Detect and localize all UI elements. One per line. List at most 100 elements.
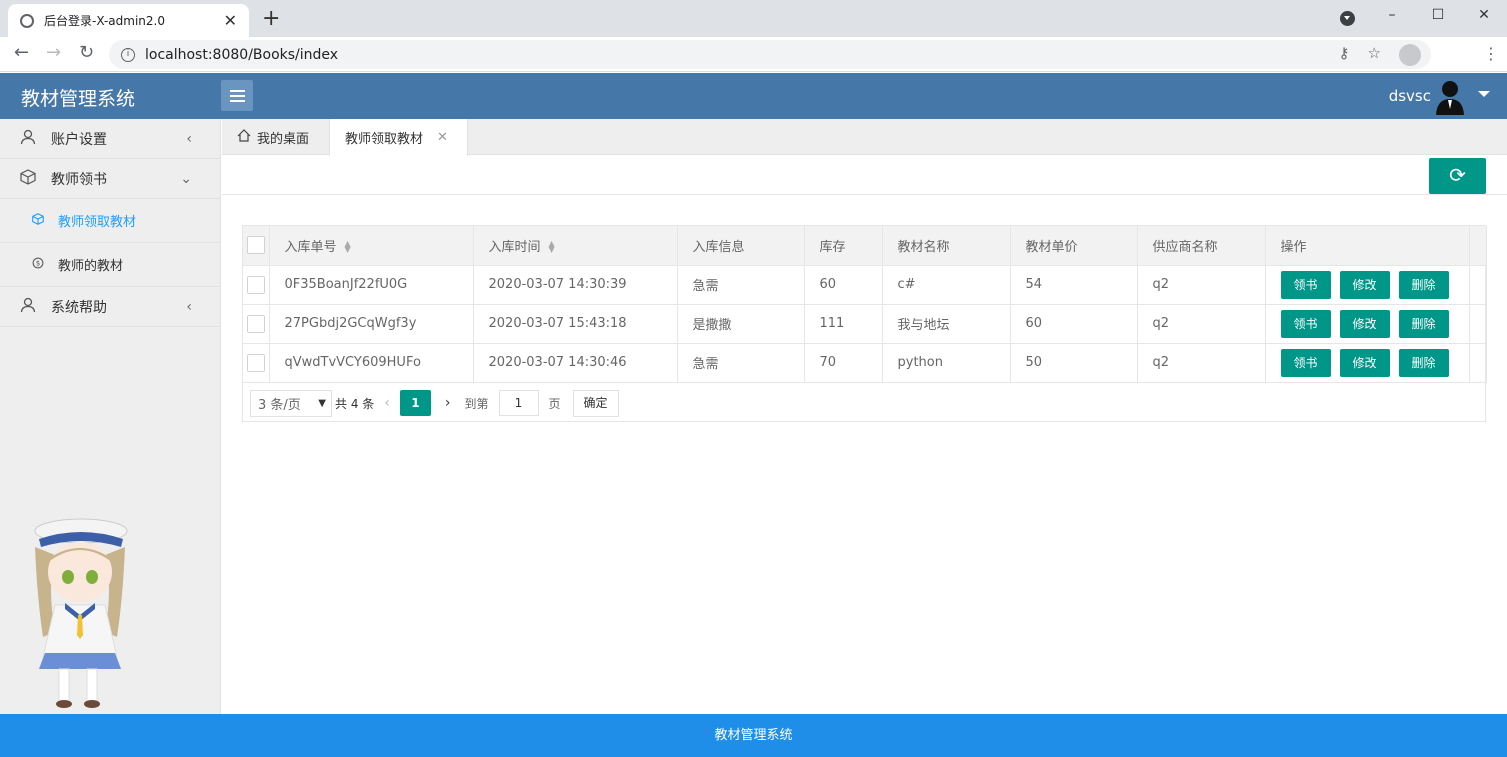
sort-icon[interactable]: ▲ ▼ <box>345 240 351 254</box>
cell-supplier: q2 <box>1137 265 1266 305</box>
new-tab-icon[interactable]: + <box>262 6 280 31</box>
row-checkbox[interactable] <box>247 275 265 294</box>
browser-menu-icon[interactable]: ⋮ <box>1483 44 1499 63</box>
table-row: 27PGbdj2GCqWgf3y 2020-03-07 15:43:18 是撒撒… <box>243 304 1487 344</box>
tab-label: 我的桌面 <box>257 131 310 147</box>
receive-button[interactable]: 领书 <box>1280 348 1331 377</box>
reload-icon[interactable]: ↻ <box>79 42 94 63</box>
confirm-button[interactable]: 确定 <box>572 389 619 417</box>
cell-supplier: q2 <box>1137 343 1266 383</box>
cell-id: 27PGbdj2GCqWgf3y <box>269 304 474 344</box>
info-icon[interactable]: i <box>121 47 135 62</box>
menu-toggle-icon[interactable] <box>221 80 253 111</box>
close-window-icon[interactable]: ✕ <box>1461 7 1507 23</box>
delete-button[interactable]: 删除 <box>1398 348 1449 377</box>
minimize-icon[interactable]: – <box>1369 7 1415 23</box>
edit-button[interactable]: 修改 <box>1339 309 1390 338</box>
sidebar-item-help[interactable]: 系统帮助 ‹ <box>0 287 220 327</box>
close-icon[interactable]: ✕ <box>437 130 448 145</box>
column-header: 操作 <box>1265 226 1470 266</box>
star-icon[interactable]: ☆ <box>1368 44 1381 66</box>
page-number-current[interactable]: 1 <box>399 390 431 416</box>
cell-info: 急需 <box>677 265 805 305</box>
cell-price: 60 <box>1010 304 1138 344</box>
cell-id: qVwdTvVCY609HUFo <box>269 343 474 383</box>
sidebar-subitem-receive[interactable]: 教师领取教材 <box>0 199 220 243</box>
maximize-icon[interactable]: ☐ <box>1415 7 1461 23</box>
chevron-left-icon: ‹ <box>186 130 192 147</box>
tab-receive-books[interactable]: 教师领取教材 ✕ <box>329 119 468 156</box>
home-icon <box>237 128 251 146</box>
app-header: 教材管理系统 dsvsc <box>0 73 1507 119</box>
page-unit-label: 页 <box>548 396 561 411</box>
app-logo: 教材管理系统 <box>21 88 136 110</box>
cell-stock: 111 <box>804 304 883 344</box>
divider <box>222 194 1507 195</box>
column-header: 入库信息 <box>677 226 805 266</box>
data-table: 入库单号 ▲ ▼ 入库时间 ▲ ▼ 入库信息 库存 教材名称 教材单价 供应商名称 操作… <box>242 225 1487 422</box>
edit-button[interactable]: 修改 <box>1339 348 1390 377</box>
chevron-left-icon: ‹ <box>186 298 192 315</box>
select-all-checkbox[interactable] <box>247 236 265 255</box>
table-row: qVwdTvVCY609HUFo 2020-03-07 14:30:46 急需 … <box>243 343 1487 383</box>
back-icon[interactable]: ← <box>14 42 29 63</box>
browser-tab[interactable]: 后台登录-X-admin2.0 ✕ <box>8 4 249 37</box>
sidebar-item-label: 账户设置 <box>51 131 107 148</box>
cube-icon <box>32 213 46 228</box>
row-checkbox[interactable] <box>247 314 265 333</box>
username[interactable]: dsvsc <box>1389 87 1431 105</box>
chevron-down-icon: ▼ <box>318 397 326 409</box>
column-header: 供应商名称 <box>1137 226 1266 266</box>
prev-page-icon[interactable]: ‹ <box>384 395 390 411</box>
sidebar-subitem-my-books[interactable]: $ 教师的教材 <box>0 243 220 287</box>
sidebar-item-label: 系统帮助 <box>51 299 107 316</box>
sidebar-item-account[interactable]: 账户设置 ‹ <box>0 119 220 159</box>
tab-label: 教师领取教材 <box>345 132 424 147</box>
sidebar-item-teacher-books[interactable]: 教师领书 ⌄ <box>0 159 220 199</box>
refresh-button[interactable]: ⟳ <box>1429 158 1486 194</box>
column-header[interactable]: 入库单号 ▲ ▼ <box>269 226 474 266</box>
cell-name: python <box>882 343 1011 383</box>
forward-icon[interactable]: → <box>46 42 61 63</box>
cell-time: 2020-03-07 15:43:18 <box>473 304 678 344</box>
goto-label: 到第 <box>464 396 489 411</box>
close-tab-icon[interactable]: ✕ <box>224 11 237 30</box>
cell-time: 2020-03-07 14:30:39 <box>473 265 678 305</box>
column-header: 教材名称 <box>882 226 1011 266</box>
footer: 教材管理系统 <box>0 714 1507 757</box>
page-size-select[interactable]: 3 条/页 ▼ <box>250 389 332 417</box>
next-page-icon[interactable]: › <box>445 395 451 411</box>
profile-menu-icon[interactable] <box>1340 11 1355 26</box>
cell-price: 50 <box>1010 343 1138 383</box>
table-row: 0F35BoanJf22fU0G 2020-03-07 14:30:39 急需 … <box>243 265 1487 305</box>
key-icon[interactable]: ⚷ <box>1339 44 1350 66</box>
cell-stock: 70 <box>804 343 883 383</box>
tab-desktop[interactable]: 我的桌面 <box>222 119 329 155</box>
receive-button[interactable]: 领书 <box>1280 309 1331 338</box>
edit-button[interactable]: 修改 <box>1339 270 1390 299</box>
url-text[interactable]: localhost:8080/Books/index <box>145 47 338 63</box>
cell-price: 54 <box>1010 265 1138 305</box>
avatar[interactable] <box>1435 79 1465 115</box>
sidebar-subitem-label: 教师的教材 <box>58 259 124 274</box>
account-icon[interactable] <box>1399 44 1421 66</box>
user-dropdown-icon[interactable] <box>1478 91 1490 97</box>
window-controls: – ☐ ✕ <box>1369 0 1507 30</box>
receive-button[interactable]: 领书 <box>1280 270 1331 299</box>
cell-name: c# <box>882 265 1011 305</box>
coin-icon: $ <box>32 257 46 272</box>
cell-supplier: q2 <box>1137 304 1266 344</box>
cell-info: 急需 <box>677 343 805 383</box>
browser-toolbar: ← → ↻ i localhost:8080/Books/index ⚷ ☆ ⋮ <box>0 37 1507 72</box>
sidebar-item-label: 教师领书 <box>51 171 107 188</box>
scroll-gutter <box>1469 226 1487 266</box>
column-header: 教材单价 <box>1010 226 1138 266</box>
row-checkbox[interactable] <box>247 353 265 372</box>
address-bar[interactable]: i localhost:8080/Books/index ⚷ ☆ <box>109 40 1431 69</box>
goto-page-input[interactable]: 1 <box>498 390 539 416</box>
globe-icon <box>20 13 34 28</box>
delete-button[interactable]: 删除 <box>1398 270 1449 299</box>
column-header[interactable]: 入库时间 ▲ ▼ <box>473 226 678 266</box>
sort-icon[interactable]: ▲ ▼ <box>549 240 555 254</box>
delete-button[interactable]: 删除 <box>1398 309 1449 338</box>
